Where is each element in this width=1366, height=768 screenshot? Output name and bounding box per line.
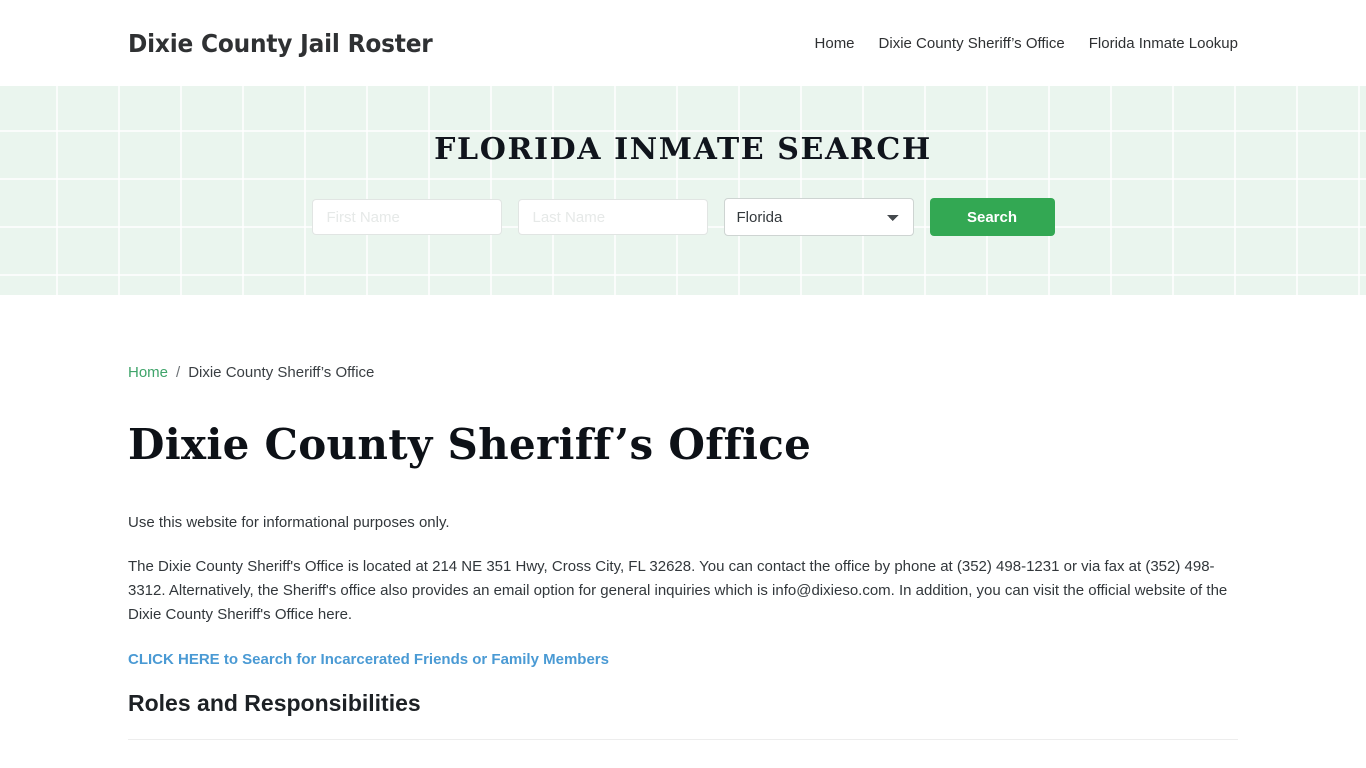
breadcrumb-current: Dixie County Sheriff’s Office	[188, 364, 375, 381]
intro-paragraph: Use this website for informational purpo…	[128, 514, 450, 532]
page-title: Dixie County Sheriff’s Office	[128, 420, 812, 469]
breadcrumb-home-link[interactable]: Home	[128, 364, 168, 381]
site-title[interactable]: Dixie County Jail Roster	[128, 29, 433, 58]
hero-title: FLORIDA INMATE SEARCH	[434, 132, 932, 167]
first-name-input[interactable]	[311, 199, 502, 235]
hero-search-section: FLORIDA INMATE SEARCH Florida Search	[0, 86, 1366, 295]
contact-paragraph: The Dixie County Sheriff's Office is loc…	[128, 558, 1228, 624]
breadcrumb: Home / Dixie County Sheriff’s Office	[128, 295, 1238, 381]
inmate-search-form: Florida Search	[311, 198, 1055, 236]
section-divider	[128, 739, 1238, 741]
last-name-input[interactable]	[517, 199, 708, 235]
inmate-search-cta-link[interactable]: CLICK HERE to Search for Incarcerated Fr…	[128, 651, 1238, 668]
main-content: Home / Dixie County Sheriff’s Office Dix…	[0, 295, 1366, 768]
breadcrumb-separator: /	[176, 364, 181, 381]
nav-item-florida-inmate-lookup[interactable]: Florida Inmate Lookup	[1089, 35, 1238, 52]
search-button[interactable]: Search	[929, 198, 1055, 236]
nav-item-dixie-county-sheriffs-office[interactable]: Dixie County Sheriff’s Office	[879, 35, 1065, 52]
nav-item-home[interactable]: Home	[815, 35, 855, 52]
section-heading-roles-and-responsibilities: Roles and Responsibilities	[128, 690, 421, 717]
state-select[interactable]: Florida	[723, 198, 914, 236]
main-navigation: Home Dixie County Sheriff’s Office Flori…	[815, 35, 1238, 52]
site-header: Dixie County Jail Roster Home Dixie Coun…	[0, 0, 1366, 86]
